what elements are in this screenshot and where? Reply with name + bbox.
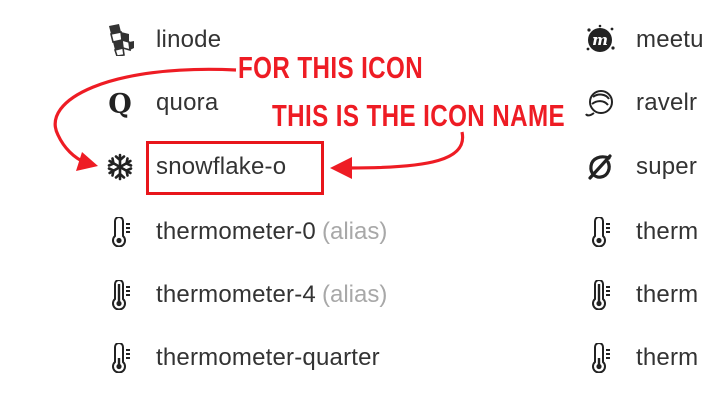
arrow-to-icon: [53, 67, 237, 165]
arrow-to-name: [349, 131, 465, 170]
arrow-to-icon-head: [76, 152, 98, 171]
arrow-to-name-head: [330, 157, 352, 179]
annotation-for-this-icon: FOR THIS ICON: [238, 50, 424, 85]
icon-list-page: linode Q quora snowflake-o thermometer-0…: [0, 0, 710, 400]
annotation-icon-name: THIS IS THE ICON NAME: [272, 98, 565, 133]
